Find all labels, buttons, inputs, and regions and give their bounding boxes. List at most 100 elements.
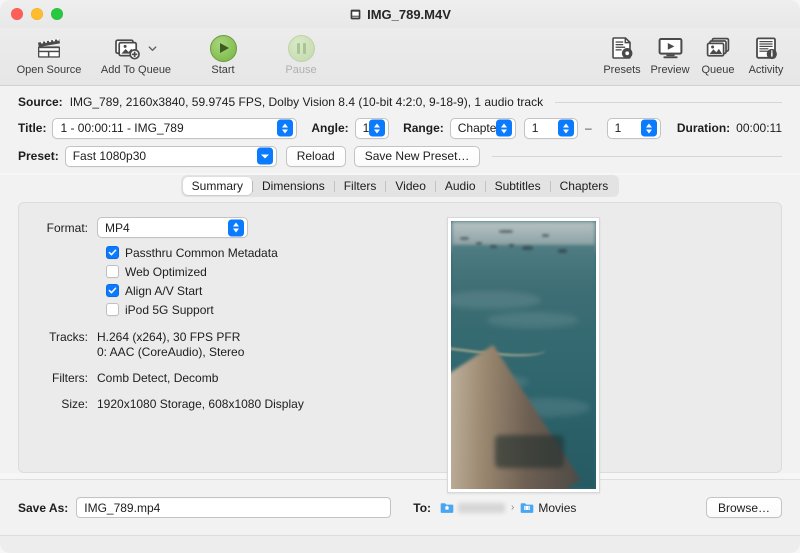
format-select-value: MP4 [105,220,130,235]
tab-bar: Summary Dimensions Filters Video Audio S… [180,175,620,197]
filters-value: Comb Detect, Decomb [97,371,219,385]
title-select[interactable]: 1 - 00:00:11 - IMG_789 [52,117,298,139]
preview-thumbnail[interactable] [447,217,600,493]
chapter-end-stepper-icon[interactable] [640,119,657,137]
range-stepper-icon[interactable] [495,119,512,137]
angle-select[interactable]: 1 [354,117,390,139]
start-button[interactable]: Start [184,30,262,76]
checkbox-align-av-label: Align A/V Start [125,283,203,298]
preset-select[interactable]: Fast 1080p30 [64,145,277,167]
path-movies-label: Movies [538,500,577,515]
format-options-list: Passthru Common Metadata Web Optimized A… [106,243,435,319]
browse-button-label: Browse… [717,500,770,515]
checkbox-unchecked-icon [106,303,119,316]
checkbox-web-optimized[interactable]: Web Optimized [106,262,435,281]
size-row: Size: 1920x1080 Storage, 608x1080 Displa… [35,397,435,412]
play-icon [209,34,237,62]
reload-preset-button[interactable]: Reload [285,145,346,167]
redacted-username [458,502,506,513]
to-label: To: [413,500,432,515]
tab-video[interactable]: Video [386,177,434,195]
chapter-start-select[interactable]: 1 [523,117,578,139]
add-to-queue-icon [115,39,140,60]
summary-fields: Format: MP4 Passthru Common Metadata Web… [35,217,435,458]
destination-bar: Save As: IMG_789.mp4 To: › Movies Browse… [0,479,800,535]
chapter-end-select[interactable]: 1 [606,117,661,139]
browse-button[interactable]: Browse… [705,497,782,518]
range-type-select[interactable]: Chapters [449,117,516,139]
window-controls [11,8,63,20]
tab-summary-label: Summary [191,179,244,193]
preset-chevron-down-icon[interactable] [256,147,273,165]
path-chevron-icon: › [511,502,515,513]
reload-button-label: Reload [296,149,335,163]
checkbox-passthru-label: Passthru Common Metadata [125,245,278,260]
chapter-start-stepper-icon[interactable] [557,119,574,137]
checkbox-ipod-5g-support[interactable]: iPod 5G Support [106,300,435,319]
close-button[interactable] [11,8,23,20]
save-new-preset-button[interactable]: Save New Preset… [353,145,481,167]
range-label: Range: [403,121,444,135]
range-dash: – [584,121,592,135]
add-to-queue-label: Add To Queue [100,64,172,76]
source-label: Source: [18,95,63,109]
checkbox-align-av-start[interactable]: Align A/V Start [106,281,435,300]
presets-button[interactable]: Presets [598,30,646,76]
window-title: IMG_789.M4V [0,7,800,22]
minimize-button[interactable] [31,8,43,20]
tracks-row: Tracks: H.264 (x264), 30 FPS PFR 0: AAC … [35,330,435,360]
source-row: Source: IMG_789, 2160x3840, 59.9745 FPS,… [18,94,782,110]
tab-chapters[interactable]: Chapters [551,177,618,195]
checkbox-web-optimized-label: Web Optimized [125,264,207,279]
activity-button[interactable]: Activity [742,30,790,76]
title-stepper-icon[interactable] [277,119,294,137]
checkbox-checked-icon [106,284,119,297]
tab-subtitles[interactable]: Subtitles [486,177,550,195]
save-as-input[interactable]: IMG_789.mp4 [76,497,392,518]
tab-audio[interactable]: Audio [436,177,485,195]
chapter-start-value: 1 [531,121,539,135]
content-area: Format: MP4 Passthru Common Metadata Web… [0,200,800,493]
toolbar: Open Source Add To Queue Start Pause Pre… [0,28,800,86]
tracks-label: Tracks: [49,330,88,344]
queue-button[interactable]: Queue [694,30,742,76]
format-stepper-icon[interactable] [228,219,244,236]
tab-dimensions[interactable]: Dimensions [253,177,334,195]
format-row: Format: MP4 [35,217,435,238]
save-new-preset-label: Save New Preset… [364,149,470,163]
zoom-button[interactable] [51,8,63,20]
window-title-text: IMG_789.M4V [367,6,451,22]
source-info-area: Source: IMG_789, 2160x3840, 59.9745 FPS,… [0,86,800,173]
checkbox-passthru-common-metadata[interactable]: Passthru Common Metadata [106,243,435,262]
activity-log-icon [755,33,778,63]
path-movies-folder[interactable]: Movies [520,501,576,515]
tab-filters-label: Filters [343,179,377,193]
source-rule [555,101,782,103]
path-home-folder[interactable] [440,501,506,515]
tab-subtitles-label: Subtitles [494,179,541,193]
folder-icon [521,502,534,513]
tracks-line-audio: 0: AAC (CoreAudio), Stereo [97,345,245,359]
tab-summary[interactable]: Summary [182,177,253,195]
clapperboard-icon [36,33,62,63]
title-label: Title: [18,121,47,135]
preset-select-value: Fast 1080p30 [72,149,147,163]
title-row: Title: 1 - 00:00:11 - IMG_789 Angle: 1 R… [18,117,782,139]
destination-path[interactable]: › Movies [440,501,576,515]
toolbar-right-group: Presets Preview Queue Activity [598,30,790,76]
chevron-down-icon[interactable] [148,44,157,53]
size-value: 1920x1080 Storage, 608x1080 Display [97,397,304,411]
queue-label: Queue [701,64,735,76]
source-value: IMG_789, 2160x3840, 59.9745 FPS, Dolby V… [69,95,544,109]
filters-row: Filters: Comb Detect, Decomb [35,371,435,386]
open-source-button[interactable]: Open Source [10,30,88,76]
video-file-icon [350,9,361,19]
add-to-queue-button[interactable]: Add To Queue [88,30,184,76]
tab-filters[interactable]: Filters [335,177,386,195]
tracks-values: H.264 (x264), 30 FPS PFR 0: AAC (CoreAud… [97,330,244,360]
tab-chapters-label: Chapters [559,179,609,193]
pause-button[interactable]: Pause [262,30,340,76]
format-select[interactable]: MP4 [97,217,248,238]
preview-button[interactable]: Preview [646,30,694,76]
angle-stepper-icon[interactable] [369,119,386,137]
